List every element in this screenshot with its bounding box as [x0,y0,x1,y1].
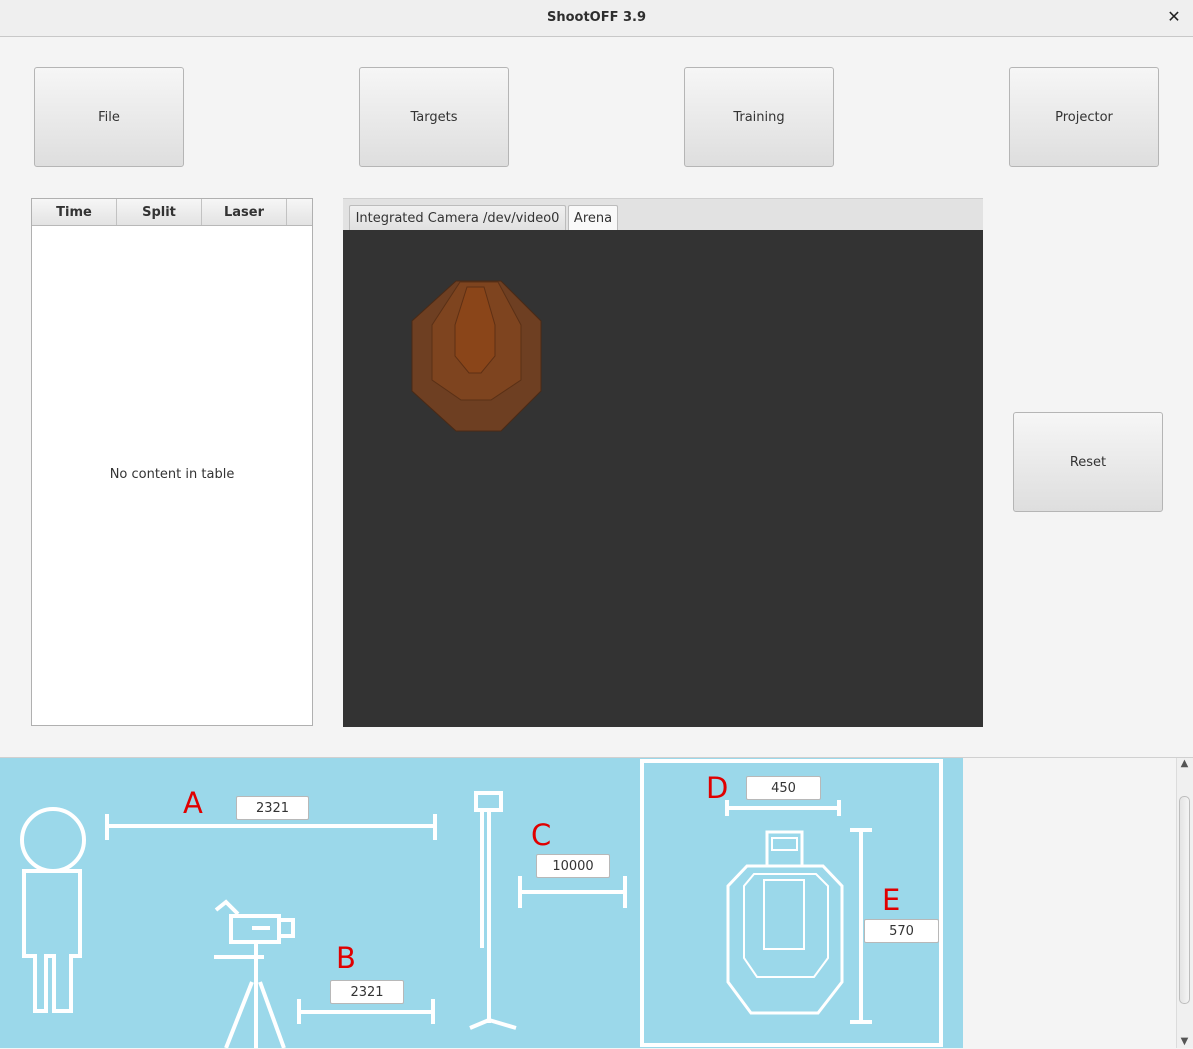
training-button[interactable]: Training [684,67,834,167]
tab-arena[interactable]: Arena [568,205,618,231]
distance-c-field[interactable] [536,854,610,878]
tab-integrated-camera[interactable]: Integrated Camera /dev/video0 [349,205,566,231]
shot-table[interactable]: Time Split Laser No content in table [31,198,313,726]
distance-a-field[interactable] [236,796,309,820]
label-e: E [882,883,901,917]
arena-canvas[interactable] [343,230,983,727]
label-a: A [183,786,203,820]
column-header-time[interactable]: Time [32,199,117,225]
scroll-down-arrow-icon[interactable]: ▼ [1176,1036,1193,1047]
target-width-d-field[interactable] [746,776,821,800]
projector-button[interactable]: Projector [1009,67,1159,167]
table-empty-message: No content in table [109,467,235,482]
scroll-up-arrow-icon[interactable]: ▲ [1176,758,1193,769]
target-height-e-field[interactable] [864,919,939,943]
column-header-split[interactable]: Split [117,199,202,225]
column-header-laser[interactable]: Laser [202,199,287,225]
window-title: ShootOFF 3.9 [546,10,647,25]
scrollbar-thumb[interactable] [1179,796,1190,1004]
label-c: C [531,818,552,852]
file-button[interactable]: File [34,67,184,167]
targets-button[interactable]: Targets [359,67,509,167]
close-icon[interactable]: ✕ [1165,7,1183,27]
title-bar: ShootOFF 3.9 ✕ [0,0,1193,37]
tab-header: Integrated Camera /dev/video0 Arena [343,198,983,231]
distance-b-field[interactable] [330,980,404,1004]
feed-tab-pane: Integrated Camera /dev/video0 Arena [343,198,983,727]
label-b: B [336,941,356,975]
reset-button[interactable]: Reset [1013,412,1163,512]
arena-target[interactable] [343,230,983,727]
label-d: D [706,771,729,805]
distance-diagram [0,758,963,1048]
table-header: Time Split Laser [32,199,312,226]
